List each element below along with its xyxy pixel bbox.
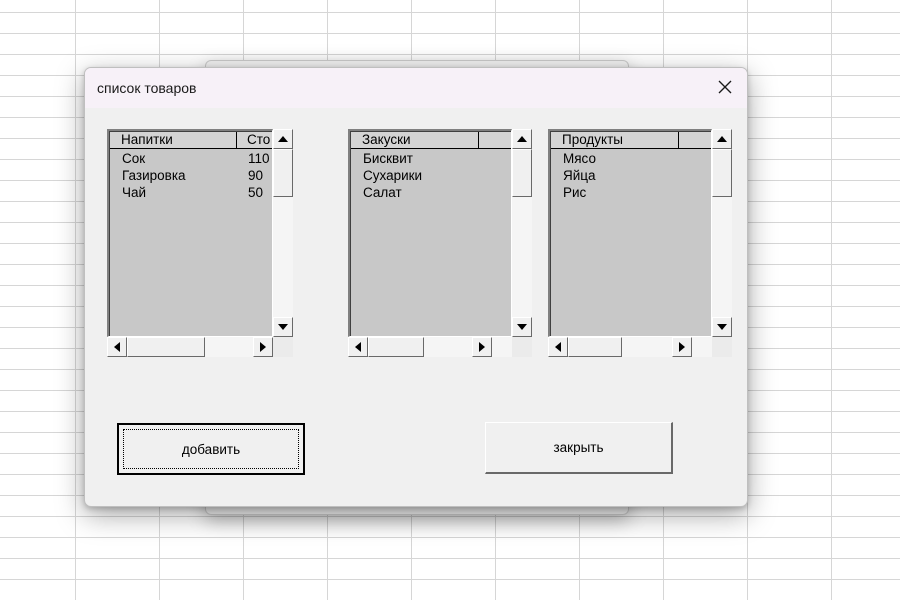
- listbox-snacks[interactable]: Закуски Бисквит Сухарики Салат: [348, 129, 534, 357]
- horizontal-scroll-thumb[interactable]: [127, 337, 205, 357]
- vertical-scroll-thumb[interactable]: [512, 149, 532, 197]
- list-item[interactable]: Газировка 90: [110, 167, 272, 184]
- scroll-left-button[interactable]: [348, 337, 368, 357]
- arrow-up-icon: [517, 136, 527, 142]
- arrow-down-icon: [517, 324, 527, 330]
- listbox-products-area[interactable]: Продукты Мясо Яйца Рис: [548, 129, 712, 337]
- arrow-right-icon: [679, 342, 685, 352]
- vertical-scroll-thumb[interactable]: [712, 149, 732, 197]
- listbox-drinks-area[interactable]: Напитки Сто Сок 110 Газировка 90 Чай 50: [107, 129, 273, 337]
- scroll-left-button[interactable]: [107, 337, 127, 357]
- item-price: 50: [248, 185, 264, 200]
- scrollbar-corner: [273, 337, 293, 357]
- scrollbar-corner: [712, 337, 732, 357]
- listbox-header: Продукты: [551, 132, 711, 149]
- scroll-up-button[interactable]: [512, 129, 532, 149]
- dialog-title: список товаров: [97, 80, 197, 96]
- scroll-right-button[interactable]: [672, 337, 692, 357]
- item-name: Яйца: [563, 168, 596, 183]
- item-name: Сухарики: [363, 168, 423, 183]
- list-item[interactable]: Мясо: [551, 150, 711, 167]
- item-name: Чай: [122, 185, 147, 200]
- scroll-right-button[interactable]: [253, 337, 273, 357]
- list-item[interactable]: Сок 110: [110, 150, 272, 167]
- arrow-left-icon: [114, 342, 120, 352]
- column-header-snacks: Закуски: [351, 132, 479, 148]
- arrow-down-icon: [278, 324, 288, 330]
- focus-rectangle: [123, 429, 299, 469]
- item-price: 90: [248, 168, 264, 183]
- close-button[interactable]: [703, 68, 747, 106]
- product-list-dialog: список товаров Напитки Сто Сок 110 Газир…: [84, 67, 748, 507]
- close-icon: [718, 80, 732, 94]
- listbox-snacks-area[interactable]: Закуски Бисквит Сухарики Салат: [348, 129, 512, 337]
- list-item[interactable]: Бисквит: [351, 150, 511, 167]
- vertical-scrollbar[interactable]: [712, 129, 732, 337]
- scroll-down-button[interactable]: [273, 317, 293, 337]
- column-header-price: Сто: [247, 132, 271, 147]
- arrow-down-icon: [717, 324, 727, 330]
- listbox-drinks[interactable]: Напитки Сто Сок 110 Газировка 90 Чай 50: [107, 129, 293, 357]
- arrow-up-icon: [278, 136, 288, 142]
- vertical-scrollbar[interactable]: [273, 129, 293, 337]
- scroll-left-button[interactable]: [548, 337, 568, 357]
- arrow-right-icon: [479, 342, 485, 352]
- scroll-right-button[interactable]: [472, 337, 492, 357]
- vertical-scrollbar[interactable]: [512, 129, 532, 337]
- arrow-right-icon: [260, 342, 266, 352]
- column-header-products: Продукты: [551, 132, 679, 148]
- item-name: Салат: [363, 185, 402, 200]
- horizontal-scrollbar[interactable]: [548, 337, 712, 357]
- arrow-up-icon: [717, 136, 727, 142]
- arrow-left-icon: [355, 342, 361, 352]
- item-price: 110: [248, 151, 270, 166]
- dialog-titlebar: список товаров: [85, 68, 747, 108]
- listbox-products[interactable]: Продукты Мясо Яйца Рис: [548, 129, 734, 357]
- scroll-down-button[interactable]: [712, 317, 732, 337]
- add-button[interactable]: добавить: [117, 423, 305, 475]
- vertical-scroll-thumb[interactable]: [273, 149, 293, 197]
- item-name: Бисквит: [363, 151, 413, 166]
- listbox-header: Напитки Сто: [110, 132, 272, 149]
- list-item[interactable]: Чай 50: [110, 184, 272, 201]
- scroll-up-button[interactable]: [712, 129, 732, 149]
- horizontal-scroll-thumb[interactable]: [368, 337, 424, 357]
- arrow-left-icon: [555, 342, 561, 352]
- horizontal-scroll-thumb[interactable]: [568, 337, 622, 357]
- scroll-up-button[interactable]: [273, 129, 293, 149]
- item-name: Сок: [122, 151, 146, 166]
- scrollbar-corner: [512, 337, 532, 357]
- column-header-drinks: Напитки: [110, 132, 237, 148]
- item-name: Газировка: [122, 168, 186, 183]
- list-item[interactable]: Рис: [551, 184, 711, 201]
- list-item[interactable]: Сухарики: [351, 167, 511, 184]
- close-dialog-button-label: закрыть: [553, 440, 604, 455]
- close-dialog-button[interactable]: закрыть: [485, 422, 673, 474]
- item-name: Рис: [563, 185, 587, 200]
- horizontal-scrollbar[interactable]: [348, 337, 512, 357]
- listbox-header: Закуски: [351, 132, 511, 149]
- scroll-down-button[interactable]: [512, 317, 532, 337]
- list-item[interactable]: Салат: [351, 184, 511, 201]
- item-name: Мясо: [563, 151, 596, 166]
- horizontal-scrollbar[interactable]: [107, 337, 273, 357]
- list-item[interactable]: Яйца: [551, 167, 711, 184]
